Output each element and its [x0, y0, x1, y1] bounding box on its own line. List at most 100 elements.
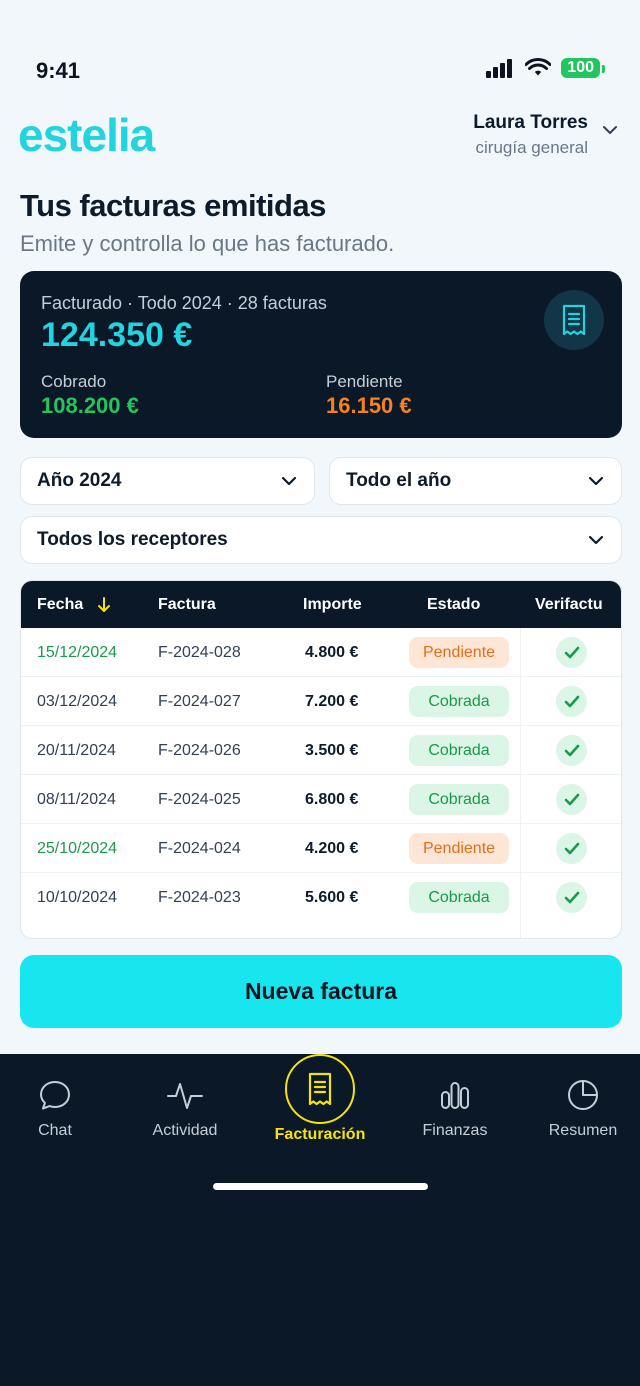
user-profile[interactable]: Laura Torres cirugía general: [473, 112, 588, 158]
battery-indicator: 100: [561, 58, 605, 78]
chevron-down-icon: [588, 476, 604, 486]
receipt-icon: [562, 304, 586, 336]
home-indicator[interactable]: [213, 1183, 428, 1190]
nav-item-chat[interactable]: Chat: [0, 1072, 110, 1140]
status-badge: Cobrada: [409, 686, 509, 717]
row-invoice: F-2024-026: [158, 742, 241, 759]
chat-bubble-icon: [40, 1081, 70, 1110]
row-invoice: F-2024-025: [158, 791, 241, 808]
status-badge: Cobrada: [409, 882, 509, 913]
signal-icon: [486, 59, 513, 78]
row-amount: 4.800 €: [305, 644, 359, 661]
pie-chart-icon: [568, 1080, 598, 1110]
row-amount: 6.800 €: [305, 791, 359, 808]
receipt-badge: [544, 290, 604, 350]
nav-item-summary[interactable]: Resumen: [528, 1072, 638, 1140]
table-header: Fecha Factura Importe Estado Verifactu: [21, 581, 621, 628]
row-date: 10/10/2024: [37, 889, 118, 906]
check-icon: [564, 793, 579, 805]
nav-item-activity[interactable]: Actividad: [130, 1072, 240, 1140]
status-icons: 100: [485, 58, 605, 78]
period-select-value: Todo el año: [346, 470, 452, 491]
receipt-icon: [308, 1072, 332, 1106]
verifactu-check: [556, 637, 587, 668]
year-select-value: Año 2024: [37, 470, 122, 491]
table-row[interactable]: 25/10/2024 F-2024-024 4.200 € Pendiente: [21, 824, 621, 873]
column-header-amount[interactable]: Importe: [303, 581, 362, 628]
table-row[interactable]: 03/12/2024 F-2024-027 7.200 € Cobrada: [21, 677, 621, 726]
row-invoice: F-2024-023: [158, 889, 241, 906]
wifi-icon: [525, 58, 552, 76]
row-date: 03/12/2024: [37, 693, 118, 710]
page-subtitle: Emite y controlla lo que has facturado.: [20, 231, 395, 256]
column-header-verifactu[interactable]: Verifactu: [535, 581, 603, 628]
check-icon: [564, 695, 579, 707]
status-badge: Cobrada: [409, 784, 509, 815]
nav-item-finance[interactable]: Finanzas: [400, 1072, 510, 1140]
page-title: Tus facturas emitidas: [20, 188, 326, 223]
row-invoice: F-2024-024: [158, 840, 241, 857]
row-amount: 7.200 €: [305, 693, 359, 710]
table-row[interactable]: 08/11/2024 F-2024-025 6.800 € Cobrada: [21, 775, 621, 824]
check-icon: [564, 891, 579, 903]
status-badge: Pendiente: [409, 833, 509, 864]
check-icon: [564, 646, 579, 658]
paid-label: Cobrado: [41, 372, 107, 391]
brand-logo[interactable]: estelia: [18, 108, 155, 162]
row-amount: 3.500 €: [305, 742, 359, 759]
receivers-select[interactable]: Todos los receptores: [20, 516, 622, 564]
summary-caption: Facturado · Todo 2024 · 28 facturas: [41, 293, 327, 313]
verifactu-check: [556, 833, 587, 864]
pending-label: Pendiente: [326, 372, 403, 391]
invoices-table: Fecha Factura Importe Estado Verifactu 1…: [20, 580, 622, 939]
table-row[interactable]: 20/11/2024 F-2024-026 3.500 € Cobrada: [21, 726, 621, 775]
table-row[interactable]: 15/12/2024 F-2024-028 4.800 € Pendiente: [21, 628, 621, 677]
row-date: 08/11/2024: [37, 791, 116, 808]
chevron-down-icon[interactable]: [600, 120, 620, 140]
column-header-date[interactable]: Fecha: [37, 581, 112, 628]
status-time: 9:41: [36, 58, 81, 83]
check-icon: [564, 842, 579, 854]
row-date: 20/11/2024: [37, 742, 116, 759]
nav-label-finance: Finanzas: [422, 1122, 488, 1139]
nav-label-summary: Resumen: [548, 1122, 618, 1139]
column-header-status[interactable]: Estado: [427, 581, 480, 628]
table-row[interactable]: 10/10/2024 F-2024-023 5.600 € Cobrada: [21, 873, 621, 922]
column-header-invoice[interactable]: Factura: [158, 581, 216, 628]
nav-label-billing: Facturación: [274, 1126, 366, 1143]
new-invoice-button[interactable]: Nueva factura: [20, 955, 622, 1028]
year-select[interactable]: Año 2024: [20, 457, 315, 505]
verifactu-check: [556, 882, 587, 913]
period-select[interactable]: Todo el año: [329, 457, 622, 505]
row-date: 25/10/2024: [37, 840, 118, 857]
nav-label-activity: Actividad: [152, 1122, 218, 1139]
summary-card: Facturado · Todo 2024 · 28 facturas 124.…: [20, 271, 622, 438]
sort-arrow-down-icon: [97, 596, 110, 612]
receivers-select-value: Todos los receptores: [37, 529, 228, 550]
column-header-date-label: Fecha: [37, 596, 84, 613]
check-icon: [564, 744, 579, 756]
user-name: Laura Torres: [473, 112, 588, 133]
chevron-down-icon: [281, 476, 297, 486]
bottom-nav: Chat Actividad Facturación Finanzas Resu…: [0, 1054, 640, 1386]
nav-item-billing-ring[interactable]: [285, 1054, 355, 1124]
row-amount: 4.200 €: [305, 840, 359, 857]
row-invoice: F-2024-028: [158, 644, 241, 661]
nav-item-billing[interactable]: Facturación: [265, 1122, 375, 1144]
nav-label-chat: Chat: [38, 1122, 72, 1139]
activity-pulse-icon: [167, 1083, 203, 1109]
verifactu-check: [556, 784, 587, 815]
row-invoice: F-2024-027: [158, 693, 241, 710]
verifactu-check: [556, 686, 587, 717]
status-badge: Pendiente: [409, 637, 509, 668]
bar-chart-icon: [441, 1082, 469, 1109]
row-amount: 5.600 €: [305, 889, 359, 906]
status-bar: 9:41 100: [0, 0, 640, 100]
chevron-down-icon: [588, 535, 604, 545]
user-role: cirugía general: [475, 138, 588, 157]
row-date: 15/12/2024: [37, 644, 118, 661]
status-badge: Cobrada: [409, 735, 509, 766]
pending-value: 16.150 €: [326, 393, 412, 418]
paid-value: 108.200 €: [41, 393, 139, 418]
summary-total: 124.350 €: [41, 316, 193, 354]
